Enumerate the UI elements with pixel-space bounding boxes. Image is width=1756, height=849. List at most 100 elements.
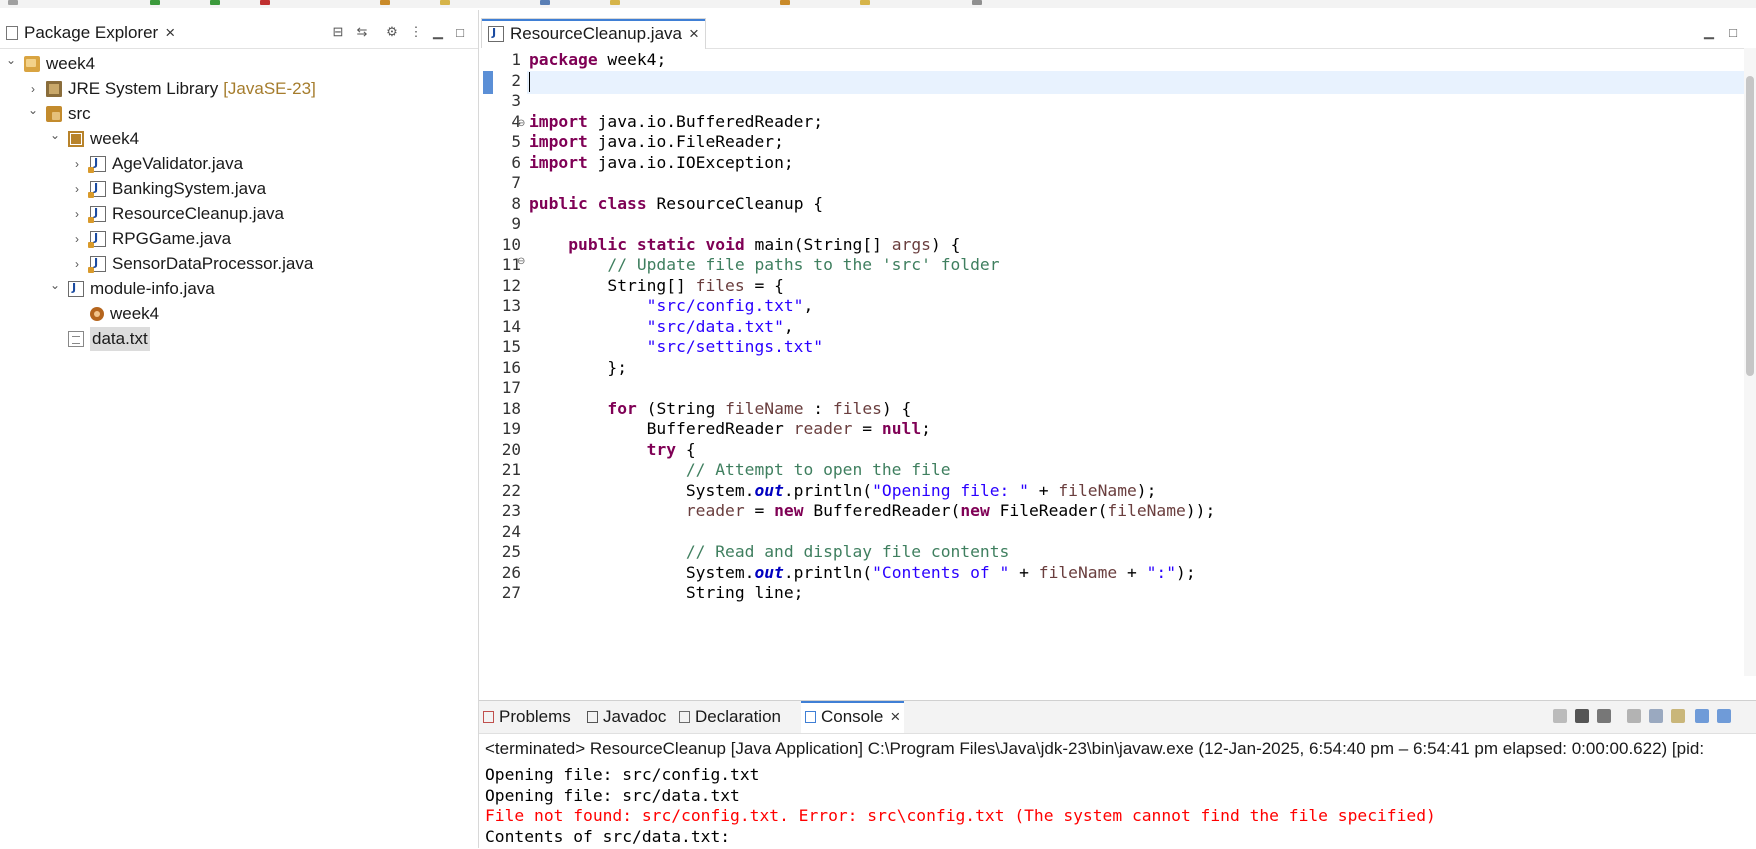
chevron-right-icon[interactable]: › bbox=[70, 207, 84, 221]
tab-label: Console bbox=[821, 707, 884, 726]
show-on-output-icon[interactable] bbox=[1695, 709, 1709, 723]
code-token: new bbox=[960, 501, 990, 520]
code-token: for bbox=[607, 398, 637, 418]
tab-declaration[interactable]: Declaration bbox=[679, 701, 781, 733]
active-tab-indicator bbox=[801, 701, 905, 703]
chevron-down-icon[interactable]: ⌄ bbox=[48, 128, 62, 142]
scroll-lock-icon[interactable] bbox=[1649, 709, 1663, 723]
tree-item-label: ResourceCleanup.java bbox=[112, 204, 284, 223]
terminate-icon[interactable] bbox=[1553, 709, 1567, 723]
tree-item-label: RPGGame.java bbox=[112, 229, 232, 248]
chevron-right-icon[interactable]: › bbox=[70, 232, 84, 246]
collapse-all-icon[interactable]: ⊟ bbox=[330, 24, 346, 40]
tree-item[interactable]: ⌄ src bbox=[26, 101, 91, 127]
code-token: .println( bbox=[783, 480, 873, 500]
minimize-icon[interactable]: ▁ bbox=[430, 24, 446, 40]
show-on-error-icon[interactable] bbox=[1717, 709, 1731, 723]
library-icon bbox=[46, 81, 62, 97]
remove-launch-icon[interactable] bbox=[1575, 709, 1589, 723]
package-icon bbox=[68, 131, 84, 147]
chevron-down-icon[interactable]: ⌄ bbox=[26, 103, 40, 117]
code-token: java.io.IOException; bbox=[587, 152, 794, 172]
chevron-right-icon[interactable]: › bbox=[70, 257, 84, 271]
close-icon[interactable]: × bbox=[890, 707, 900, 727]
tree-item[interactable]: › RPGGame.java bbox=[70, 226, 231, 252]
fold-toggle-icon[interactable]: ⊖ bbox=[517, 256, 525, 267]
chevron-down-icon[interactable]: ⌄ bbox=[48, 278, 62, 292]
package-explorer-icon bbox=[6, 26, 18, 40]
toolbar-icon[interactable] bbox=[150, 0, 160, 5]
java-file-icon bbox=[88, 256, 106, 273]
vertical-scroll-thumb[interactable] bbox=[1746, 76, 1754, 376]
code-token: , bbox=[803, 296, 814, 315]
text-file-icon bbox=[68, 331, 84, 347]
close-icon[interactable]: × bbox=[689, 24, 699, 44]
fold-toggle-icon[interactable]: ⊖ bbox=[517, 118, 525, 129]
code-line: import java.io.IOException; bbox=[529, 151, 794, 174]
close-icon[interactable]: × bbox=[165, 23, 175, 43]
code-token: public bbox=[529, 193, 588, 213]
code-token: public bbox=[568, 234, 628, 254]
tree-item[interactable]: › JRE System Library [JavaSE-23] bbox=[26, 76, 316, 102]
declaration-icon bbox=[679, 711, 690, 723]
toolbar-icon[interactable] bbox=[540, 0, 550, 5]
toolbar-icon[interactable] bbox=[860, 0, 870, 5]
tree-item[interactable]: › SensorDataProcessor.java bbox=[70, 251, 313, 277]
toolbar-icon[interactable] bbox=[8, 0, 18, 5]
run-icon[interactable] bbox=[210, 0, 220, 5]
chevron-down-icon[interactable]: ⌄ bbox=[4, 53, 18, 67]
code-token: main(String[] bbox=[744, 234, 892, 254]
tree-item[interactable]: ⌄ week4 bbox=[48, 126, 139, 152]
java-file-icon bbox=[88, 231, 106, 248]
chevron-right-icon[interactable]: › bbox=[70, 157, 84, 171]
tree-item[interactable]: ⌄ module-info.java bbox=[48, 276, 215, 302]
tree-item-label: src bbox=[68, 104, 91, 123]
tree-item[interactable]: ⌄ week4 bbox=[4, 51, 95, 77]
word-wrap-icon[interactable] bbox=[1671, 709, 1685, 723]
tab-label: Javadoc bbox=[603, 707, 667, 726]
code-token: ); bbox=[1176, 562, 1196, 582]
tree-item[interactable]: › BankingSystem.java bbox=[70, 176, 266, 202]
code-token: fileName bbox=[1107, 501, 1186, 520]
vertical-scrollbar[interactable] bbox=[1744, 48, 1756, 676]
tab-problems[interactable]: Problems bbox=[483, 701, 571, 733]
tab-resourcecleanup-java[interactable]: ResourceCleanup.java × bbox=[481, 18, 706, 49]
tree-item[interactable]: › AgeValidator.java bbox=[70, 151, 243, 177]
code-token: java.io.BufferedReader; bbox=[587, 111, 824, 131]
toolbar-icon[interactable] bbox=[610, 0, 620, 5]
view-menu-icon[interactable]: ⋮ bbox=[408, 24, 424, 40]
clear-console-icon[interactable] bbox=[1627, 709, 1641, 723]
chevron-right-icon[interactable]: › bbox=[26, 82, 40, 96]
remove-all-icon[interactable] bbox=[1597, 709, 1611, 723]
tree-item[interactable]: › ResourceCleanup.java bbox=[70, 201, 284, 227]
link-with-editor-icon[interactable]: ⇆ bbox=[354, 24, 370, 40]
minimize-icon[interactable]: ▁ bbox=[1701, 24, 1717, 40]
code-token: + bbox=[1028, 480, 1059, 500]
toolbar-icon[interactable] bbox=[780, 0, 790, 5]
chevron-right-icon[interactable]: › bbox=[70, 182, 84, 196]
package-explorer-tabbar: Package Explorer × ⊟ ⇆ ⚙ ⋮ ▁ □ bbox=[0, 18, 478, 49]
code-token: fileName bbox=[1038, 562, 1118, 582]
tree-item-label: SensorDataProcessor.java bbox=[112, 254, 314, 273]
toolbar-icon[interactable] bbox=[440, 0, 450, 5]
code-token: ) { bbox=[881, 398, 912, 418]
code-token: = { bbox=[744, 275, 784, 295]
tree-item[interactable]: data.txt bbox=[48, 326, 150, 352]
toolbar-icon[interactable] bbox=[260, 0, 270, 5]
editor-text-area[interactable]: 1 2 3 4 5 6 7 8 9 10 11 12 13 14 15 16 17 18 19 20 21 22 23 24 2… bbox=[479, 48, 1756, 676]
tree-item[interactable]: week4 bbox=[70, 301, 159, 327]
filter-icon[interactable]: ⚙ bbox=[384, 24, 400, 40]
tab-javadoc[interactable]: Javadoc bbox=[587, 701, 666, 733]
code-token: : bbox=[803, 398, 833, 418]
tab-package-explorer[interactable]: Package Explorer × bbox=[6, 18, 175, 48]
main-toolbar bbox=[0, 0, 1756, 8]
code-token: static bbox=[636, 234, 696, 254]
maximize-icon[interactable]: □ bbox=[452, 24, 468, 40]
tab-console[interactable]: Console × bbox=[801, 701, 905, 733]
maximize-icon[interactable]: □ bbox=[1725, 24, 1741, 40]
toolbar-icon[interactable] bbox=[972, 0, 982, 5]
change-marker bbox=[483, 71, 493, 94]
toolbar-icon[interactable] bbox=[380, 0, 390, 5]
bottom-tabbar: Problems Javadoc Declaration Console × bbox=[479, 701, 1756, 734]
